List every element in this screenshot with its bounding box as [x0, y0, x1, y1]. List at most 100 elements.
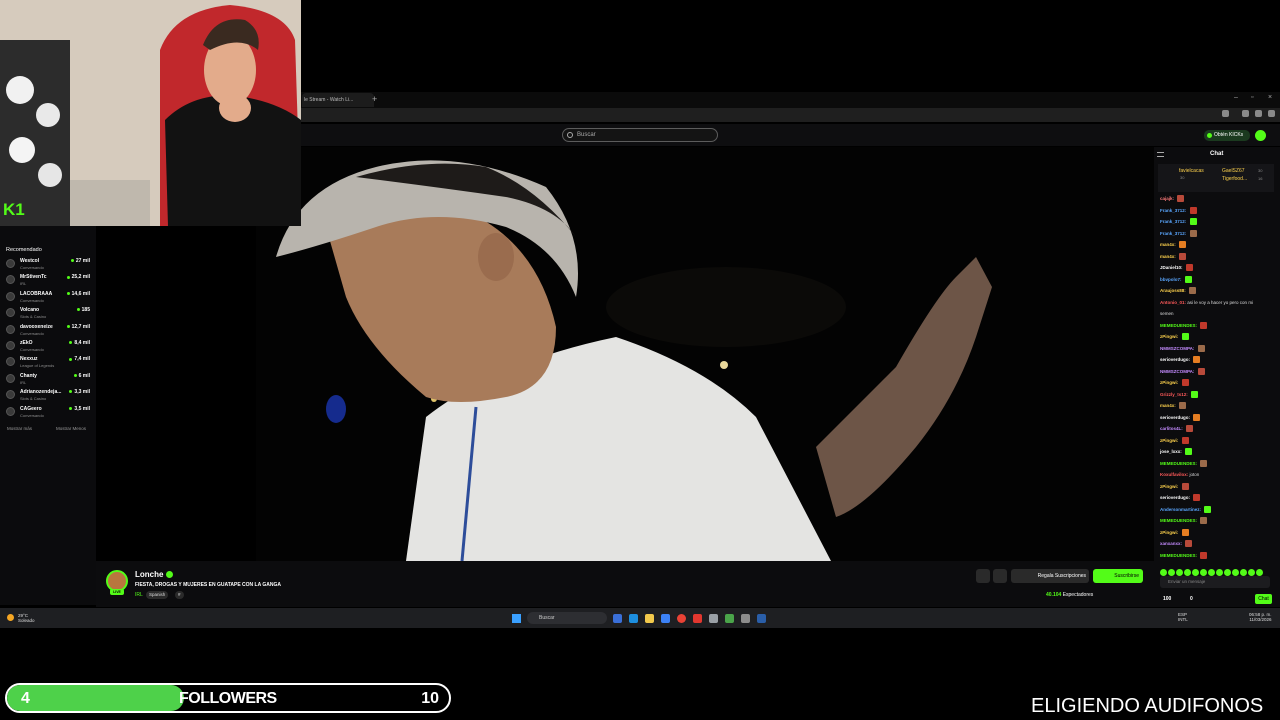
sidebar-channel[interactable]: MrStivenTc IRL 25,2 mil — [6, 274, 92, 289]
sidebar-channel[interactable]: davooxeneize Conversando 12,7 mil — [6, 324, 92, 339]
show-more-link[interactable]: Mostrar más — [7, 426, 32, 431]
gift-subs-button[interactable]: Regala Suscripciones — [1011, 569, 1089, 583]
kicks-balance[interactable]: 0 — [1190, 596, 1193, 602]
emote-icon[interactable] — [1256, 569, 1263, 576]
collapse-chat-icon[interactable] — [1157, 152, 1164, 157]
sidebar-channel[interactable]: Adrianozendeja... Slots & Casino 3,3 mil — [6, 389, 92, 404]
chat-username[interactable]: MEMEDUENDES: — [1160, 461, 1197, 466]
chat-username[interactable]: serioverdugo: — [1160, 495, 1190, 500]
leaderboard-user[interactable]: Tigerfood... — [1222, 176, 1247, 182]
sidebar-channel[interactable]: Westcol Conversando 27 mil — [6, 258, 92, 273]
chat-username[interactable]: man4x: — [1160, 254, 1176, 259]
tag-extra[interactable]: # — [175, 591, 184, 599]
sidebar-channel[interactable]: zEkO Conversando 8,4 mil — [6, 340, 92, 355]
subscribe-button[interactable]: Suscribirse — [1093, 569, 1143, 583]
menu-icon[interactable] — [1268, 110, 1275, 117]
emote-icon[interactable] — [1232, 569, 1239, 576]
send-chat-button[interactable]: Chat — [1255, 594, 1272, 604]
task-view-icon[interactable] — [613, 614, 622, 623]
chat-username[interactable]: Frank_3712: — [1160, 208, 1186, 213]
obs-icon[interactable] — [741, 614, 750, 623]
chat-username[interactable]: Araujoss88: — [1160, 288, 1186, 293]
emote-icon[interactable] — [1184, 569, 1191, 576]
start-windows-icon[interactable] — [512, 614, 521, 623]
chat-username[interactable]: serioverdugo: — [1160, 357, 1190, 362]
chat-username[interactable]: xanxanxx: — [1160, 541, 1182, 546]
sidebar-channel[interactable]: LACOBRAAA Conversando 14,6 mil — [6, 291, 92, 306]
heart-follow-button[interactable] — [993, 569, 1007, 583]
emote-icon[interactable] — [1160, 569, 1167, 576]
leaderboard-user[interactable]: GaelSZ67 — [1222, 168, 1245, 174]
chat-username[interactable]: MEMEDUENDES: — [1160, 323, 1197, 328]
chat-username[interactable]: zPingwi: — [1160, 438, 1178, 443]
emote-icon[interactable] — [1200, 569, 1207, 576]
chat-username[interactable]: zPingwi: — [1160, 530, 1178, 535]
chat-username[interactable]: man4x: — [1160, 242, 1176, 247]
user-avatar[interactable] — [1255, 130, 1266, 141]
chat-username[interactable]: Andersonmartinez: — [1160, 507, 1201, 512]
sidebar-channel[interactable]: Nexxuz League of Legends 7,4 mil — [6, 356, 92, 371]
channel-points[interactable]: 100 — [1163, 596, 1171, 602]
chat-username[interactable]: zPingwi: — [1160, 380, 1178, 385]
emote-icon[interactable] — [1224, 569, 1231, 576]
edge-icon[interactable] — [629, 614, 638, 623]
maximize-button[interactable]: ▫ — [1251, 94, 1253, 101]
chat-username[interactable]: Grizzly_ts12: — [1160, 392, 1188, 397]
stream-category[interactable]: IRL — [135, 592, 143, 598]
taskbar-clock[interactable]: 06:58 p. m. 11/03/2026 — [1249, 612, 1272, 622]
taskbar-search[interactable]: Buscar — [527, 612, 607, 624]
app-icon[interactable] — [693, 614, 702, 623]
weather-widget[interactable]: 29°C Soleado — [18, 613, 35, 623]
chat-username[interactable]: zPingwi: — [1160, 484, 1178, 489]
app-icon[interactable] — [725, 614, 734, 623]
file-explorer-icon[interactable] — [645, 614, 654, 623]
settings-gear-icon[interactable] — [709, 614, 718, 623]
chat-username[interactable]: NMMSZCOMPA: — [1160, 346, 1194, 351]
emote-icon[interactable] — [1192, 569, 1199, 576]
notification-bell-button[interactable] — [976, 569, 990, 583]
chat-username[interactable]: JDaniel10: — [1160, 265, 1183, 270]
new-tab-button[interactable]: + — [372, 93, 382, 105]
chat-input[interactable]: Enviar un mensaje — [1160, 576, 1270, 588]
address-bar[interactable] — [300, 108, 1280, 122]
chat-username[interactable]: jose_lxxx: — [1160, 449, 1182, 454]
emote-icon[interactable] — [1216, 569, 1223, 576]
streamer-name[interactable]: Lonche — [135, 570, 163, 579]
leaderboard-user[interactable]: favielcacas — [1179, 168, 1204, 174]
chat-username[interactable]: MEMEDUENDES: — [1160, 518, 1197, 523]
browser-tab[interactable]: le Stream - Watch Li... — [302, 93, 374, 107]
chrome-icon[interactable] — [677, 614, 686, 623]
chat-username[interactable]: Koxulfavilox: — [1160, 472, 1188, 477]
profile-icon[interactable] — [1255, 110, 1262, 117]
chat-username[interactable]: MEMEDUENDES: — [1160, 553, 1197, 558]
minimize-button[interactable]: – — [1234, 94, 1238, 101]
chat-username[interactable]: bbvpolo7: — [1160, 277, 1182, 282]
chat-username[interactable]: man4x: — [1160, 403, 1176, 408]
chat-username[interactable]: serioverdugo: — [1160, 415, 1190, 420]
bookmark-star-icon[interactable] — [1222, 110, 1229, 117]
chat-username[interactable]: zPingwi: — [1160, 334, 1178, 339]
chat-username[interactable]: carlitos4L: — [1160, 426, 1183, 431]
emote-icon[interactable] — [1240, 569, 1247, 576]
close-window-button[interactable]: × — [1268, 94, 1272, 101]
chat-username[interactable]: cajajk: — [1160, 196, 1174, 201]
steam-icon[interactable] — [757, 614, 766, 623]
emote-icon[interactable] — [1176, 569, 1183, 576]
chat-username[interactable]: Frank_3712: — [1160, 231, 1186, 236]
store-icon[interactable] — [661, 614, 670, 623]
sidebar-channel[interactable]: Chanty IRL 6 mil — [6, 373, 92, 388]
sidebar-channel[interactable]: CAGeero Conversando 3,5 mil — [6, 406, 92, 421]
sidebar-channel[interactable]: Volcano Slots & Casino 185 — [6, 307, 92, 322]
extensions-icon[interactable] — [1242, 110, 1249, 117]
video-player[interactable] — [256, 147, 1154, 561]
system-tray-language[interactable]: ESP INTL — [1178, 612, 1188, 622]
emote-bar[interactable] — [1160, 563, 1275, 576]
emote-icon[interactable] — [1168, 569, 1175, 576]
search-input[interactable]: Buscar — [562, 128, 718, 142]
chat-username[interactable]: Antonio_01: — [1160, 300, 1186, 305]
chat-username[interactable]: Frank_3712: — [1160, 219, 1186, 224]
show-less-link[interactable]: Mostrar Menos — [56, 426, 86, 431]
chat-username[interactable]: NMMSZCOMPA: — [1160, 369, 1194, 374]
tag-language[interactable]: Spanish — [146, 591, 169, 599]
emote-icon[interactable] — [1208, 569, 1215, 576]
